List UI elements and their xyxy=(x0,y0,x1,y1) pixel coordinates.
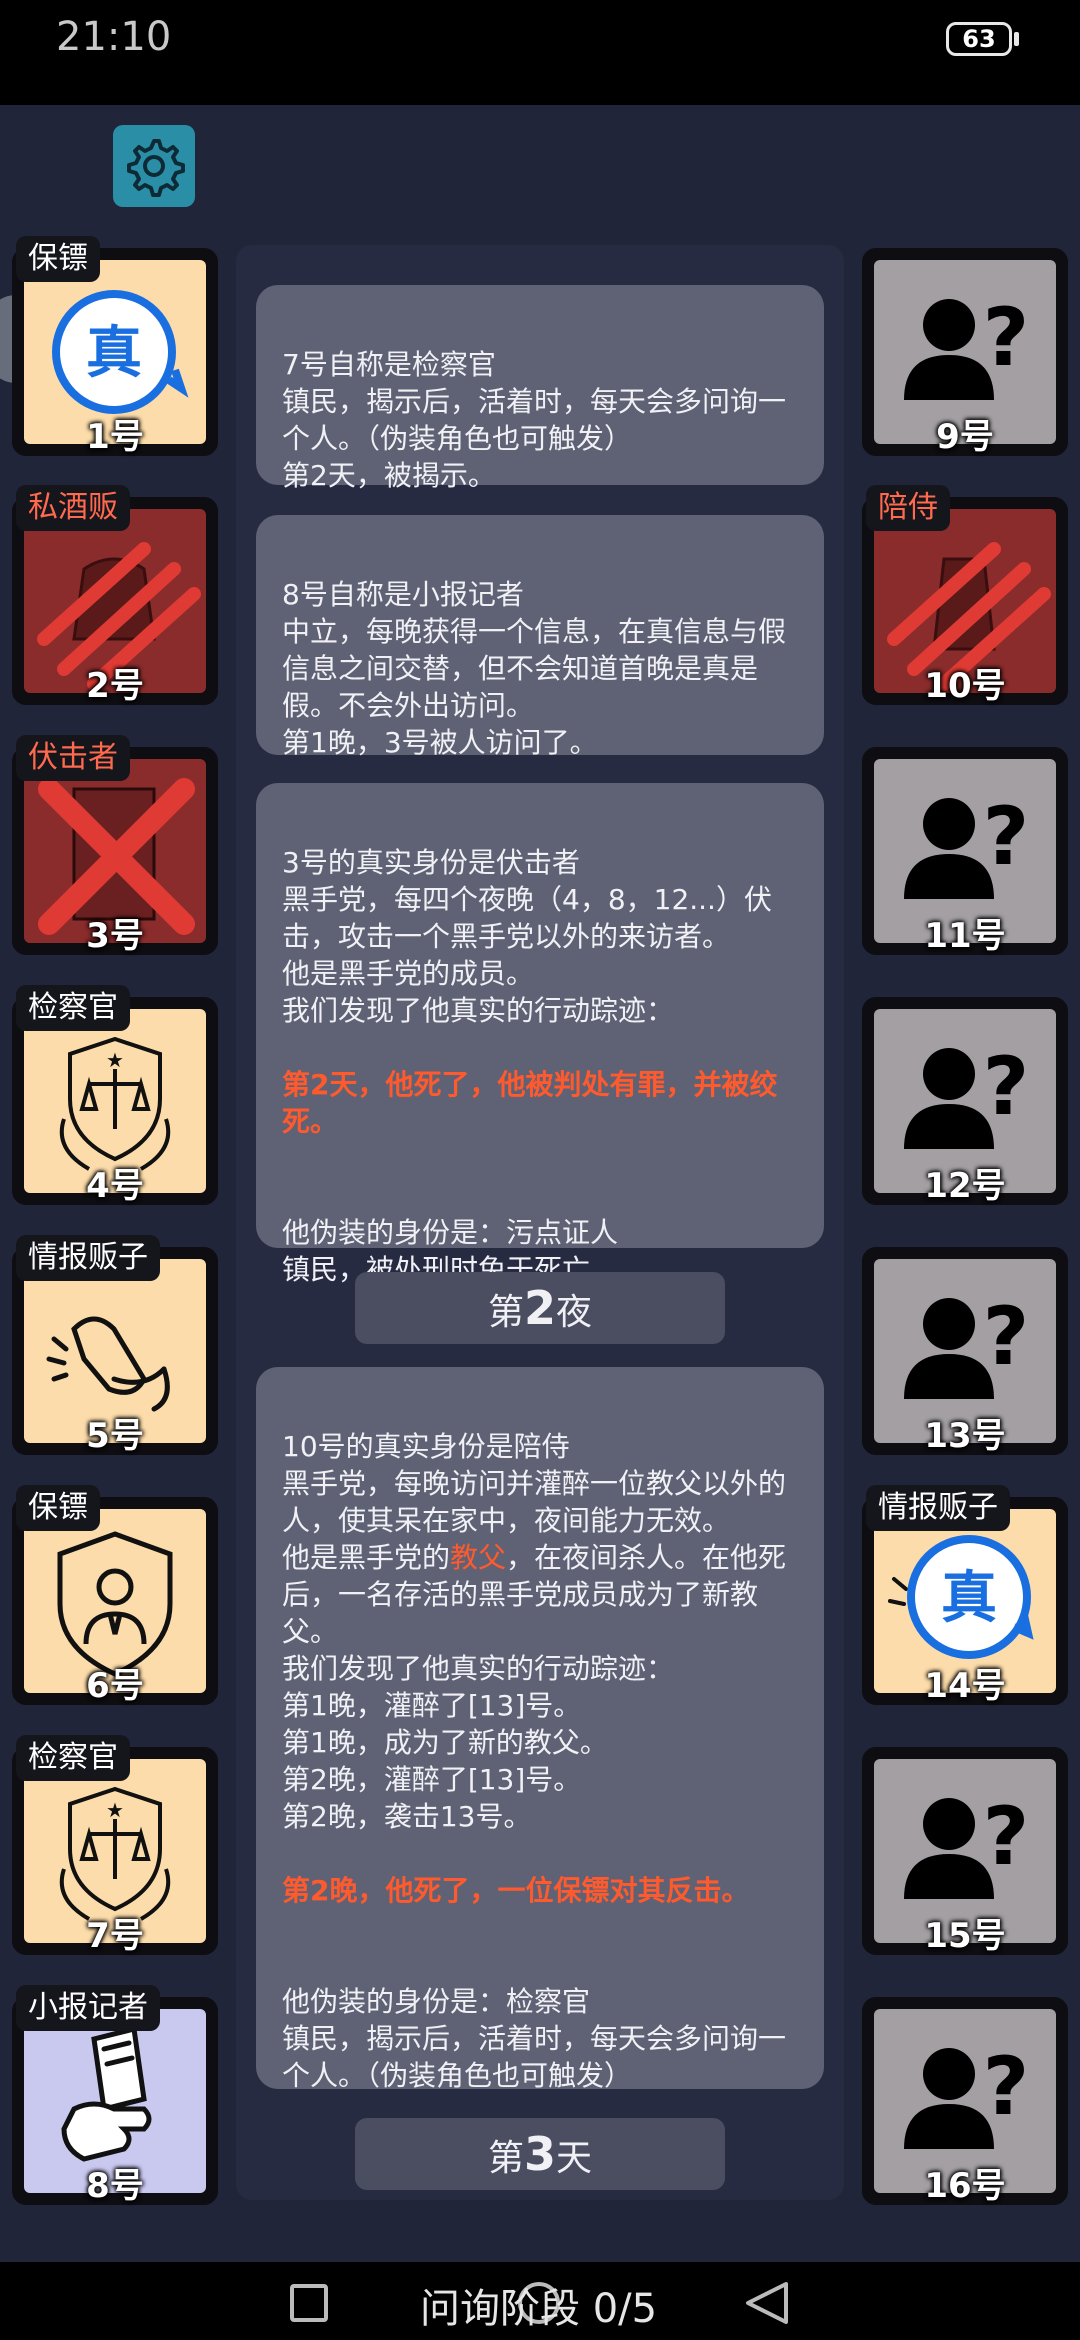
player-card-8[interactable]: 小报记者 8号 xyxy=(12,1985,218,2206)
svg-text:?: ? xyxy=(983,1790,1029,1883)
player-role-tag: 小报记者 xyxy=(16,1985,160,2031)
log-card: 7号自称是检察官 镇民，揭示后，活着时，每天会多问询一个人。（伪装角色也可触发）… xyxy=(256,285,824,492)
player-card-11[interactable]: ? 11号 xyxy=(862,747,1068,956)
gear-icon xyxy=(127,139,185,197)
battery-icon: 63 xyxy=(946,22,1012,56)
player-role-tag: 情报贩子 xyxy=(866,1485,1010,1531)
player-card-16[interactable]: ? 16号 xyxy=(862,1997,1068,2206)
player-number: 11号 xyxy=(924,916,1006,956)
player-card-7[interactable]: ★ 检察官 7号 xyxy=(12,1735,218,1956)
player-card-5[interactable]: 情报贩子 5号 xyxy=(12,1235,218,1456)
player-card-1[interactable]: 真 保镖 1号 xyxy=(12,236,218,457)
svg-text:★: ★ xyxy=(106,1048,124,1072)
log-text: 他伪装的身份是：检察官 镇民，揭示后，活着时，每天会多问询一个人。（伪装角色也可… xyxy=(282,1985,787,2092)
player-number: 14号 xyxy=(924,1666,1006,1706)
phase-number: 2 xyxy=(523,1281,556,1335)
back-button[interactable] xyxy=(742,2280,792,2326)
player-number: 12号 xyxy=(924,1166,1006,1206)
player-number: 13号 xyxy=(924,1416,1006,1456)
player-number: 5号 xyxy=(86,1416,144,1456)
player-number: 10号 xyxy=(924,666,1006,706)
svg-text:?: ? xyxy=(983,1290,1029,1383)
player-number: 3号 xyxy=(86,916,144,956)
log-highlight: 第2晚，他死了，一位保镖对其反击。 xyxy=(282,1874,750,1907)
player-number: 8号 xyxy=(86,2166,144,2206)
player-role-tag: 私酒贩 xyxy=(16,485,130,531)
log-highlight: 第2天，他死了，他被判处有罪，并被绞死。 xyxy=(282,1068,778,1138)
phase-prefix: 第 xyxy=(487,1292,524,1333)
player-role-tag: 检察官 xyxy=(16,985,130,1031)
phase-divider-night-2: 第2夜 xyxy=(355,1272,725,1344)
phase-suffix: 夜 xyxy=(556,1292,593,1333)
player-card-10[interactable]: 陪侍 10号 xyxy=(862,485,1068,706)
svg-text:?: ? xyxy=(983,790,1029,883)
player-number: 1号 xyxy=(86,417,144,457)
player-role-tag: 陪侍 xyxy=(866,485,950,531)
log-text: 8号自称是小报记者 中立，每晚获得一个信息，在真信息与假信息之间交替，但不会知道… xyxy=(282,578,787,759)
svg-text:★: ★ xyxy=(106,1798,124,1822)
player-card-12[interactable]: ? 12号 xyxy=(862,997,1068,1206)
player-role-tag: 保镖 xyxy=(16,236,100,282)
svg-text:真: 真 xyxy=(941,1566,997,1631)
player-number: 6号 xyxy=(86,1666,144,1706)
player-number: 7号 xyxy=(86,1916,144,1956)
clock: 21:10 xyxy=(56,14,172,60)
player-number: 9号 xyxy=(936,417,994,457)
bottom-bar: 问询阶段 0/5 xyxy=(0,2262,1080,2340)
settings-button[interactable] xyxy=(113,125,195,207)
phase-prefix: 第 xyxy=(487,2138,524,2179)
phase-divider-day-3: 第3天 xyxy=(355,2118,725,2190)
player-number: 4号 xyxy=(86,1166,144,1206)
status-bar: 21:10 63 xyxy=(0,0,1080,105)
svg-text:?: ? xyxy=(983,1040,1029,1133)
interrogation-phase-counter: 问询阶段 0/5 xyxy=(420,2286,658,2332)
player-card-6[interactable]: 保镖 6号 xyxy=(12,1485,218,1706)
log-text: 3号的真实身份是伏击者 黑手党，每四个夜晚（4，8，12...）伏击，攻击一个黑… xyxy=(282,846,772,1027)
player-number: 2号 xyxy=(86,666,144,706)
log-text: 7号自称是检察官 镇民，揭示后，活着时，每天会多问询一个人。（伪装角色也可触发）… xyxy=(282,348,787,492)
svg-text:真: 真 xyxy=(86,321,142,386)
svg-text:?: ? xyxy=(983,2040,1029,2133)
log-card: 8号自称是小报记者 中立，每晚获得一个信息，在真信息与假信息之间交替，但不会知道… xyxy=(256,515,824,759)
player-card-3[interactable]: 伏击者 3号 xyxy=(12,735,218,956)
player-card-4[interactable]: ★ 检察官 4号 xyxy=(12,985,218,1206)
recent-apps-button[interactable] xyxy=(290,2284,328,2322)
log-card: 10号的真实身份是陪侍 黑手党，每晚访问并灌醉一位教父以外的人，使其呆在家中，夜… xyxy=(256,1367,824,2092)
phase-suffix: 天 xyxy=(556,2138,593,2179)
phase-number: 3 xyxy=(523,2127,556,2181)
player-card-9[interactable]: ? 9号 xyxy=(862,248,1068,457)
player-role-tag: 伏击者 xyxy=(16,735,130,781)
player-role-tag: 情报贩子 xyxy=(16,1235,160,1281)
player-number: 16号 xyxy=(924,2166,1006,2206)
log-card: 3号的真实身份是伏击者 黑手党，每四个夜晚（4，8，12...）伏击，攻击一个黑… xyxy=(256,783,824,1286)
player-role-tag: 检察官 xyxy=(16,1735,130,1781)
player-card-13[interactable]: ? 13号 xyxy=(862,1247,1068,1456)
log-text: ，在夜间杀人。在他死后，一名存活的黑手党成员成为了新教父。 我们发现了他真实的行… xyxy=(282,1541,787,1833)
svg-text:?: ? xyxy=(983,291,1029,384)
player-role-tag: 保镖 xyxy=(16,1485,100,1531)
player-number: 15号 xyxy=(924,1916,1006,1956)
player-card-14[interactable]: 真 情报贩子 14号 xyxy=(862,1485,1068,1706)
player-card-15[interactable]: ? 15号 xyxy=(862,1747,1068,1956)
player-card-2[interactable]: 私酒贩 2号 xyxy=(12,485,218,706)
battery-tip xyxy=(1014,32,1019,46)
log-highlight: 教父 xyxy=(450,1541,507,1574)
event-log-panel[interactable]: 7号自称是检察官 镇民，揭示后，活着时，每天会多问询一个人。（伪装角色也可触发）… xyxy=(236,245,844,2200)
